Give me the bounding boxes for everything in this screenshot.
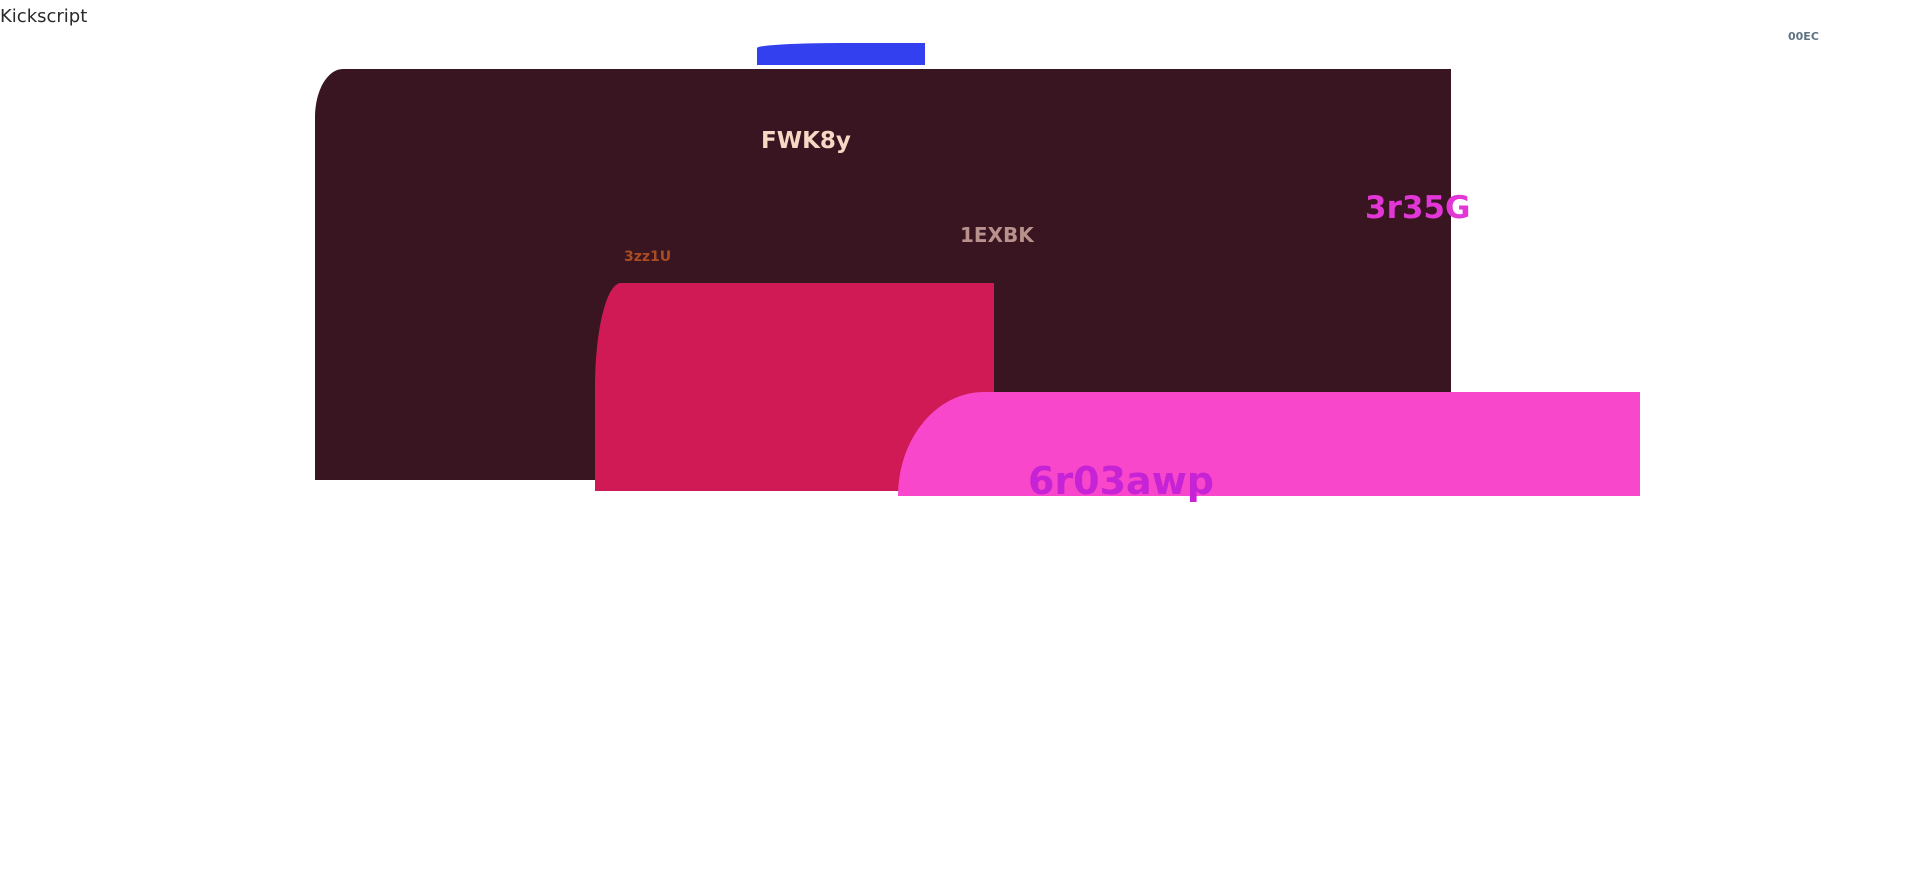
label-00ec: 00EC [1788,30,1819,43]
top-left-text: Kickscript [0,6,88,27]
label-6r03awp: 6r03awp [1028,459,1215,503]
label-3r35g: 3r35G [1365,190,1471,226]
label-fwk8y: FWK8y [761,128,851,154]
pink-panel [898,392,1640,496]
blue-tab-shape [757,43,925,65]
label-3zz1u: 3zz1U [624,249,672,265]
label-1exbk: 1EXBK [960,223,1034,247]
